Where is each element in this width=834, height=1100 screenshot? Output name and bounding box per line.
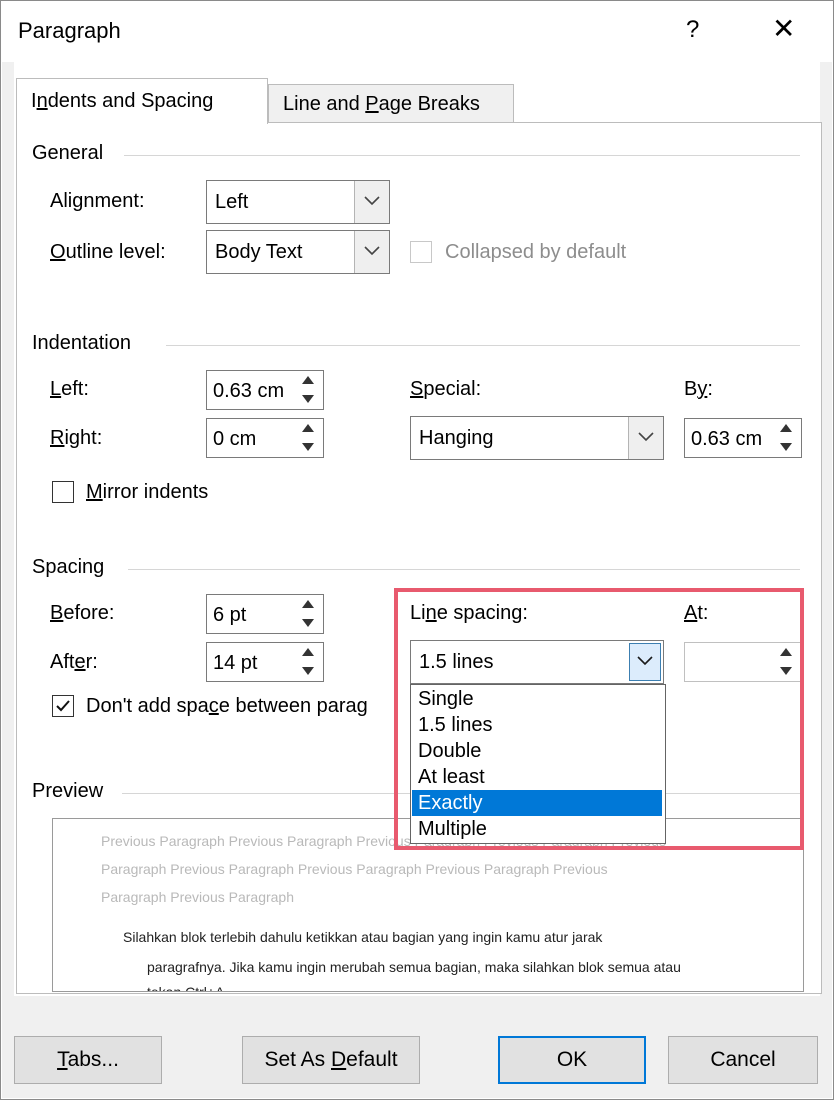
indent-left-label: Left: [50,378,89,400]
outline-level-label: Outline level: [50,241,166,263]
tab-label-mnemonic: P [365,93,379,115]
spacing-before-spinner[interactable]: 6 pt [206,594,324,634]
section-indentation-label: Indentation [32,332,131,354]
annotation-highlight-box [394,588,804,850]
special-dropdown-button[interactable] [628,417,663,459]
dont-add-space-label: Don't add space between parag [86,695,368,717]
indent-right-label: Right: [50,427,103,449]
checkmark-icon [56,700,70,712]
section-divider [124,155,800,156]
section-spacing-label: Spacing [32,556,105,578]
dont-add-space-checkbox[interactable] [52,695,74,717]
tab-indents-and-spacing[interactable]: Indents and Spacing [16,78,268,124]
tab-label: dents and Spacing [47,90,214,112]
section-divider [128,569,800,570]
chevron-down-icon [364,246,380,256]
mirror-indents-label: Mirror indents [86,481,209,503]
by-value: 0.63 cm [691,428,763,450]
section-preview-label: Preview [32,780,104,802]
mirror-indents-checkbox[interactable] [52,481,74,503]
arrow-down-icon [302,667,314,675]
spacing-after-down-button[interactable] [293,662,323,681]
special-select[interactable]: Hanging [410,416,664,460]
section-general-label: General [32,142,104,164]
preview-sample-line: tekan Ctrl+A. [147,984,229,992]
alignment-dropdown-button[interactable] [354,181,389,223]
chevron-down-icon [638,432,654,442]
indent-right-down-button[interactable] [293,438,323,457]
tab-label: Line and [283,93,366,115]
special-label: Special: [410,378,482,400]
preview-previous-line: Paragraph Previous Paragraph Previous Pa… [101,861,608,877]
indent-left-up-button[interactable] [293,371,323,390]
collapsed-by-default-checkbox[interactable] [410,241,432,263]
set-as-default-button[interactable]: Set As Default [242,1036,420,1084]
ok-button[interactable]: OK [498,1036,646,1084]
indent-left-down-button[interactable] [293,390,323,409]
spacing-before-label: Before: [50,602,115,624]
spacing-after-up-button[interactable] [293,643,323,662]
section-divider [166,345,800,346]
tab-label-mnemonic: n [36,90,48,112]
tab-label: age Breaks [378,93,480,115]
spacing-before-up-button[interactable] [293,595,323,614]
indent-left-spinner[interactable]: 0.63 cm [206,370,324,410]
outline-level-value: Body Text [215,241,303,263]
arrow-down-icon [780,443,792,451]
help-button[interactable]: ? [686,16,699,44]
tabs-button[interactable]: Tabs... [14,1036,162,1084]
indent-right-spinner[interactable]: 0 cm [206,418,324,458]
alignment-value: Left [215,191,249,213]
arrow-up-icon [780,424,792,432]
close-button[interactable]: ✕ [772,14,795,44]
dialog-title: Paragraph [18,18,121,43]
tab-line-and-page-breaks[interactable]: Line and Page Breaks [268,84,514,122]
alignment-select[interactable]: Left [206,180,390,224]
preview-sample-line: Silahkan blok terlebih dahulu ketikkan a… [123,929,603,945]
collapsed-by-default-label: Collapsed by default [445,241,627,263]
alignment-label: Alignment: [50,190,145,212]
spacing-before-down-button[interactable] [293,614,323,633]
arrow-up-icon [302,648,314,656]
chevron-down-icon [364,196,380,206]
cancel-button[interactable]: Cancel [668,1036,818,1084]
preview-previous-line: Paragraph Previous Paragraph [101,889,295,905]
by-spinner[interactable]: 0.63 cm [684,418,802,458]
indent-right-up-button[interactable] [293,419,323,438]
dialog-frame-left [2,62,14,1092]
spacing-after-value: 14 pt [213,652,258,674]
arrow-up-icon [302,376,314,384]
arrow-down-icon [302,619,314,627]
spacing-after-label: After: [50,651,98,673]
arrow-down-icon [302,395,314,403]
spacing-before-value: 6 pt [213,604,247,626]
preview-sample-line: paragrafnya. Jika kamu ingin merubah sem… [147,959,681,975]
by-up-button[interactable] [771,419,801,438]
outline-level-select[interactable]: Body Text [206,230,390,274]
arrow-down-icon [302,443,314,451]
arrow-up-icon [302,424,314,432]
by-label: By: [684,378,713,400]
indent-left-value: 0.63 cm [213,380,285,402]
spacing-after-spinner[interactable]: 14 pt [206,642,324,682]
outline-level-dropdown-button[interactable] [354,231,389,273]
arrow-up-icon [302,600,314,608]
by-down-button[interactable] [771,438,801,457]
special-value: Hanging [419,427,494,449]
indent-right-value: 0 cm [213,428,257,450]
